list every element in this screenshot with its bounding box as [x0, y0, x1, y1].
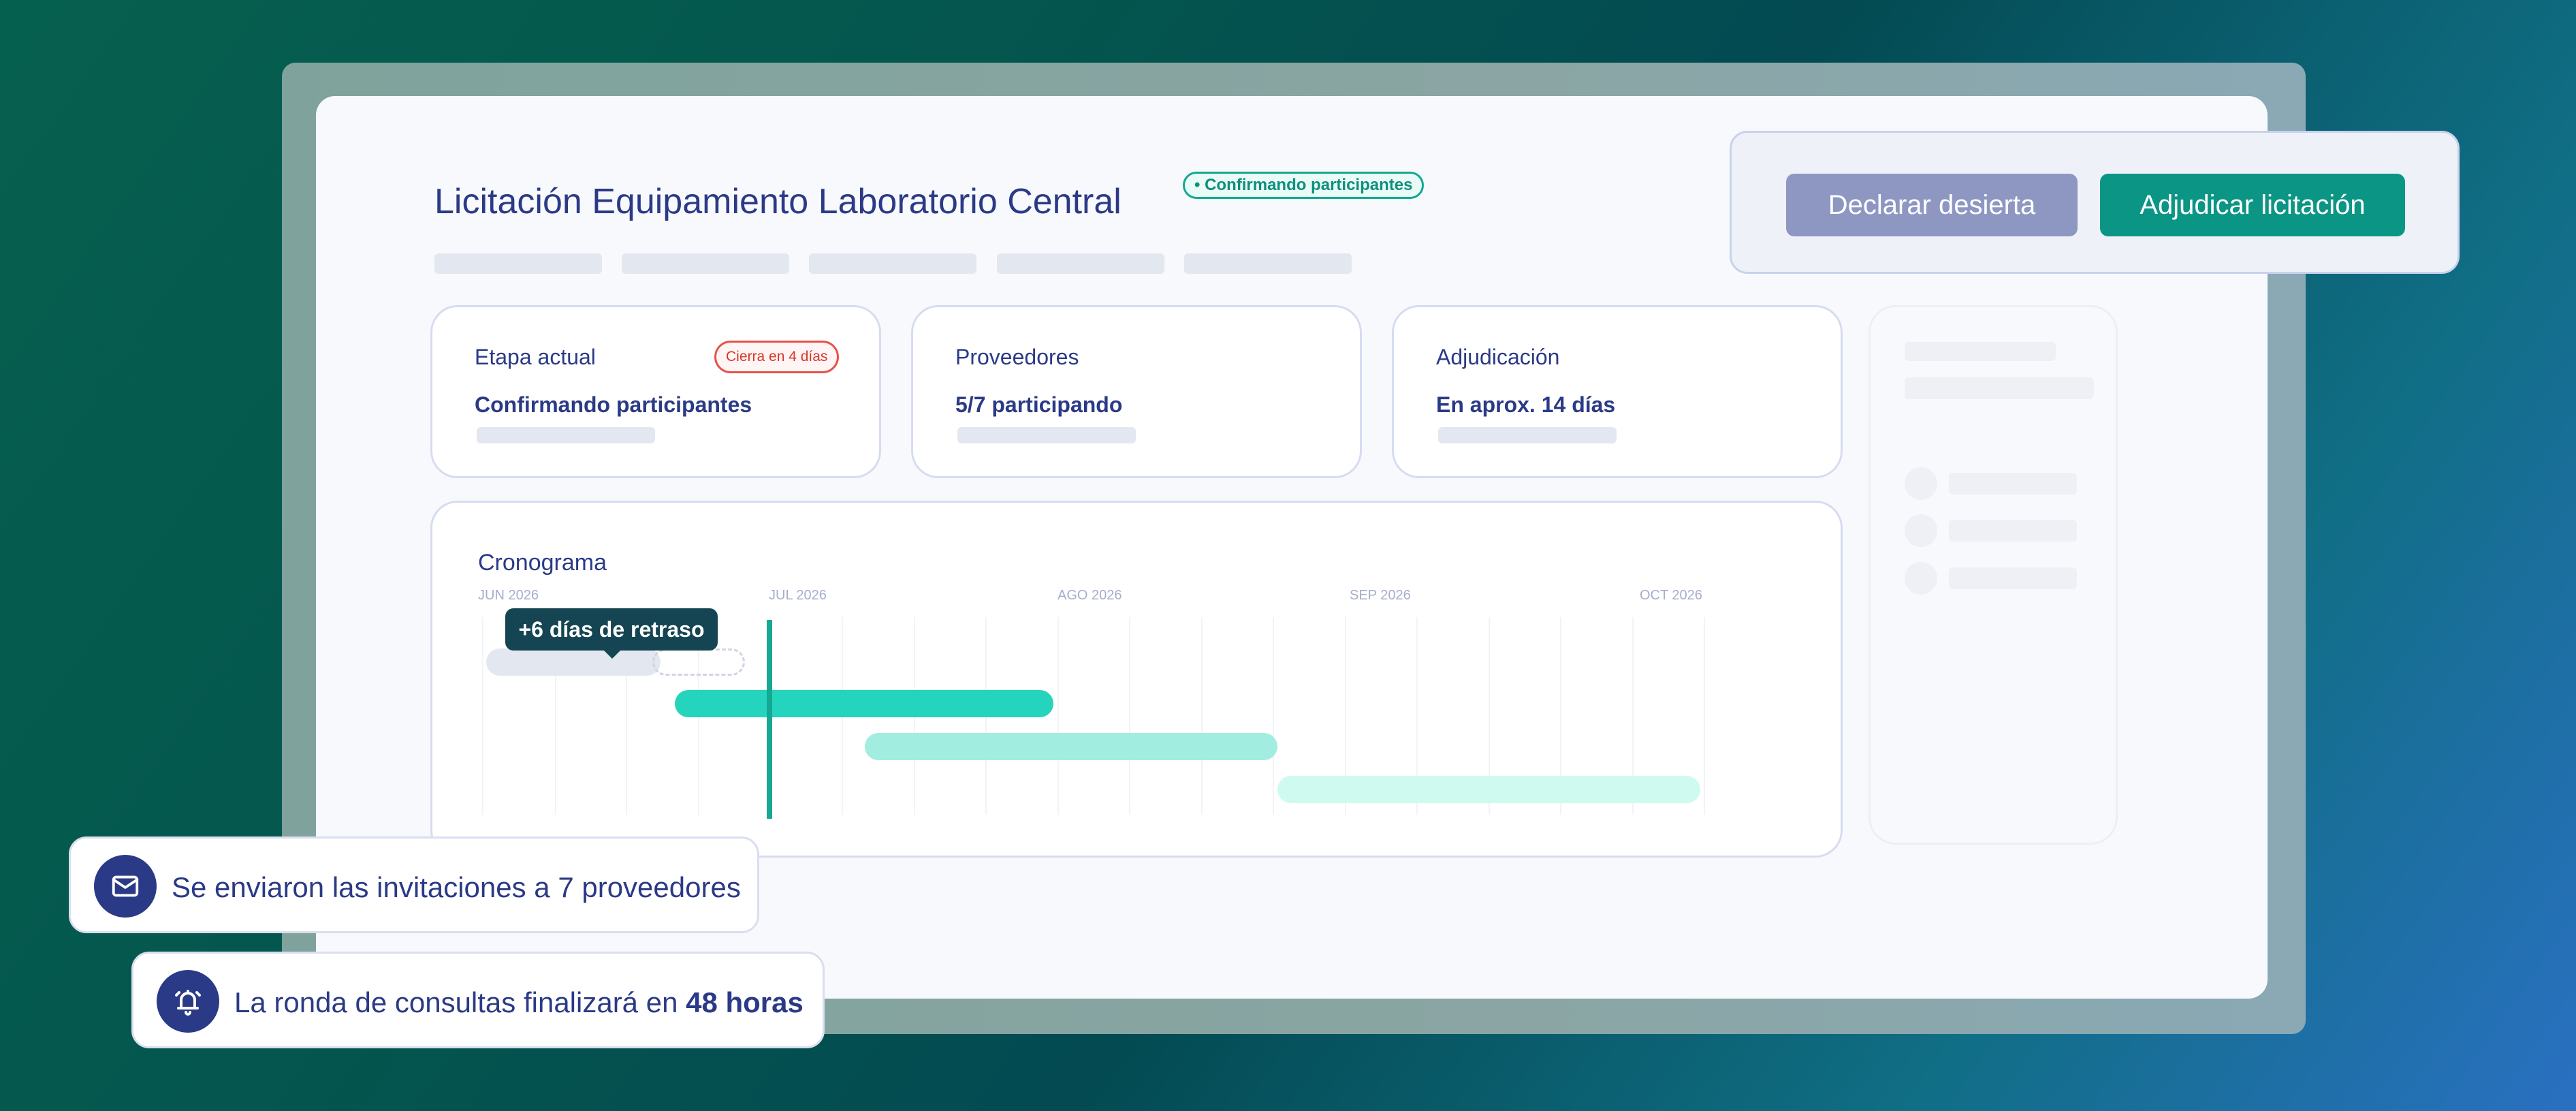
action-panel: Declarar desierta Adjudicar licitación: [1730, 131, 2460, 274]
task-bar-2[interactable]: [865, 733, 1277, 760]
notification-highlight: 48 horas: [686, 986, 804, 1018]
skeleton-line: [1949, 520, 2077, 542]
skeleton-avatar: [1905, 467, 1937, 500]
summary-card-stage: [430, 305, 881, 478]
summary-card-label: Proveedores: [955, 345, 1079, 369]
skeleton-line: [1949, 567, 2077, 589]
summary-card-label: Adjudicación: [1436, 345, 1560, 369]
skeleton-avatar: [1905, 514, 1937, 547]
skeleton-line: [957, 427, 1136, 443]
summary-card-suppliers: [911, 305, 1362, 478]
delay-tooltip: +6 días de retraso: [505, 608, 718, 651]
timeline-gridline: [1129, 617, 1130, 815]
tooltip-arrow: [603, 649, 622, 659]
skeleton-line: [1905, 377, 2094, 399]
timeline-gridline: [1058, 617, 1059, 815]
summary-card-award: [1392, 305, 1843, 478]
skeleton-line: [1949, 473, 2077, 495]
summary-card-label: Etapa actual: [475, 345, 596, 369]
task-bar-1[interactable]: [675, 690, 1053, 717]
page-title: Licitación Equipamiento Laboratorio Cent…: [434, 182, 1122, 221]
month-label: SEP 2026: [1350, 588, 1411, 603]
skeleton-avatar: [1905, 562, 1937, 595]
bell-ring-icon: [157, 970, 219, 1033]
month-label: AGO 2026: [1058, 588, 1122, 603]
timeline-gridline: [482, 617, 483, 815]
skeleton-line: [477, 427, 655, 443]
skeleton-line: [1905, 342, 2056, 361]
notification-consultation-round[interactable]: La ronda de consultas finalizará en 48 h…: [131, 952, 825, 1048]
skeleton-line: [1438, 427, 1617, 443]
skeleton-tab: [434, 253, 602, 274]
summary-card-value: En aprox. 14 días: [1436, 392, 1616, 417]
month-label: OCT 2026: [1640, 588, 1702, 603]
status-badge: • Confirmando participantes: [1183, 172, 1425, 199]
skeleton-tab: [1184, 253, 1352, 274]
timeline-title: Cronograma: [478, 550, 607, 576]
notification-invitations-sent[interactable]: Se enviaron las invitaciones a 7 proveed…: [69, 836, 759, 933]
timeline-gridline: [1201, 617, 1203, 815]
task-bar-completed[interactable]: [486, 648, 661, 676]
task-bar-3[interactable]: [1277, 776, 1700, 803]
award-tender-button[interactable]: Adjudicar licitación: [2100, 174, 2405, 236]
timeline-panel: [430, 501, 1843, 858]
skeleton-tab: [997, 253, 1164, 274]
notification-text: La ronda de consultas finalizará en 48 h…: [234, 986, 804, 1019]
month-label: JUL 2026: [769, 588, 827, 603]
today-marker: [767, 620, 772, 819]
summary-card-value: 5/7 participando: [955, 392, 1123, 417]
declare-deserted-button[interactable]: Declarar desierta: [1786, 174, 2078, 236]
month-label: JUN 2026: [478, 588, 539, 603]
summary-card-value: Confirmando participantes: [475, 392, 752, 417]
timeline-gridline: [1273, 617, 1274, 815]
skeleton-tab: [622, 253, 789, 274]
envelope-icon: [94, 855, 157, 918]
notification-text: Se enviaron las invitaciones a 7 proveed…: [172, 871, 741, 903]
deadline-badge: Cierra en 4 días: [714, 341, 840, 373]
timeline-gridline: [1704, 617, 1705, 815]
task-bar-delay-extension: [652, 648, 745, 676]
skeleton-tab: [809, 253, 976, 274]
notification-text-prefix: La ronda de consultas finalizará en: [234, 986, 686, 1018]
